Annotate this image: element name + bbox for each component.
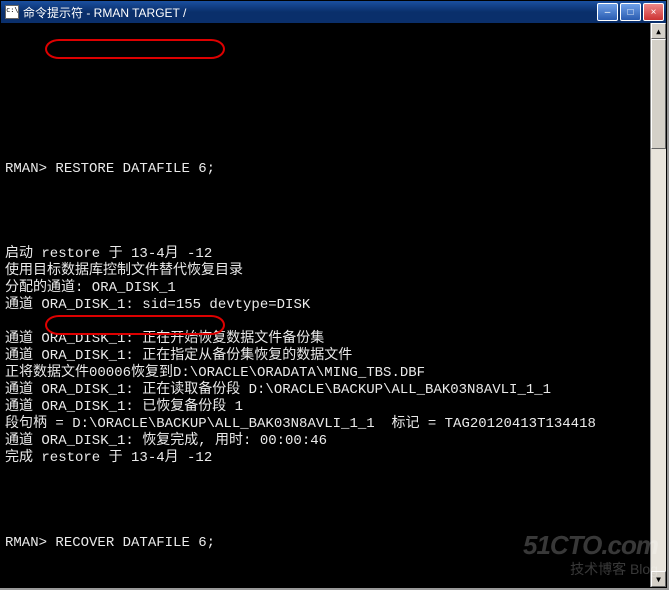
scroll-track[interactable] — [651, 39, 666, 571]
terminal-line — [5, 467, 648, 484]
terminal-line: 段句柄 = D:\ORACLE\BACKUP\ALL_BAK03N8AVLI_1… — [5, 416, 648, 433]
terminal-line: 通道 ORA_DISK_1: sid=155 devtype=DISK — [5, 297, 648, 314]
highlight-ring-restore — [45, 39, 225, 59]
cmd-icon — [5, 5, 19, 19]
prompt-line: RMAN> RECOVER DATAFILE 6; — [5, 535, 648, 552]
rman-prompt: RMAN> — [5, 161, 47, 177]
recover-command: RECOVER DATAFILE 6; — [55, 535, 215, 551]
scroll-down-button[interactable]: ▼ — [651, 571, 666, 587]
cmd-window: 命令提示符 - RMAN TARGET / – □ × RMAN> RESTOR… — [0, 0, 667, 588]
scrollbar-vertical[interactable]: ▲ ▼ — [650, 23, 666, 587]
titlebar[interactable]: 命令提示符 - RMAN TARGET / – □ × — [1, 1, 666, 23]
scroll-thumb[interactable] — [651, 39, 666, 149]
rman-prompt: RMAN> — [5, 535, 47, 551]
terminal-line: 正将数据文件00006恢复到D:\ORACLE\ORADATA\MING_TBS… — [5, 365, 648, 382]
minimize-button[interactable]: – — [597, 3, 618, 21]
restore-command: RESTORE DATAFILE 6; — [55, 161, 215, 177]
terminal-line: 启动 restore 于 13-4月 -12 — [5, 246, 648, 263]
terminal-line: 通道 ORA_DISK_1: 正在指定从备份集恢复的数据文件 — [5, 348, 648, 365]
close-button[interactable]: × — [643, 3, 664, 21]
maximize-button[interactable]: □ — [620, 3, 641, 21]
terminal-line: 通道 ORA_DISK_1: 正在读取备份段 D:\ORACLE\BACKUP\… — [5, 382, 648, 399]
terminal-line: 使用目标数据库控制文件替代恢复目录 — [5, 263, 648, 280]
prompt-line: RMAN> RESTORE DATAFILE 6; — [5, 161, 648, 178]
terminal-content: RMAN> RESTORE DATAFILE 6; 启动 restore 于 1… — [5, 25, 664, 587]
terminal-line: 通道 ORA_DISK_1: 已恢复备份段 1 — [5, 399, 648, 416]
terminal-line — [5, 229, 648, 246]
terminal-line: 分配的通道: ORA_DISK_1 — [5, 280, 648, 297]
window-controls: – □ × — [597, 3, 664, 21]
terminal-area[interactable]: RMAN> RESTORE DATAFILE 6; 启动 restore 于 1… — [1, 23, 666, 587]
terminal-line: 完成 restore 于 13-4月 -12 — [5, 450, 648, 467]
terminal-line — [5, 314, 648, 331]
blank-line — [5, 110, 648, 127]
terminal-line: 通道 ORA_DISK_1: 恢复完成, 用时: 00:00:46 — [5, 433, 648, 450]
scroll-up-button[interactable]: ▲ — [651, 23, 666, 39]
window-title: 命令提示符 - RMAN TARGET / — [23, 4, 597, 21]
terminal-line: 通道 ORA_DISK_1: 正在开始恢复数据文件备份集 — [5, 331, 648, 348]
